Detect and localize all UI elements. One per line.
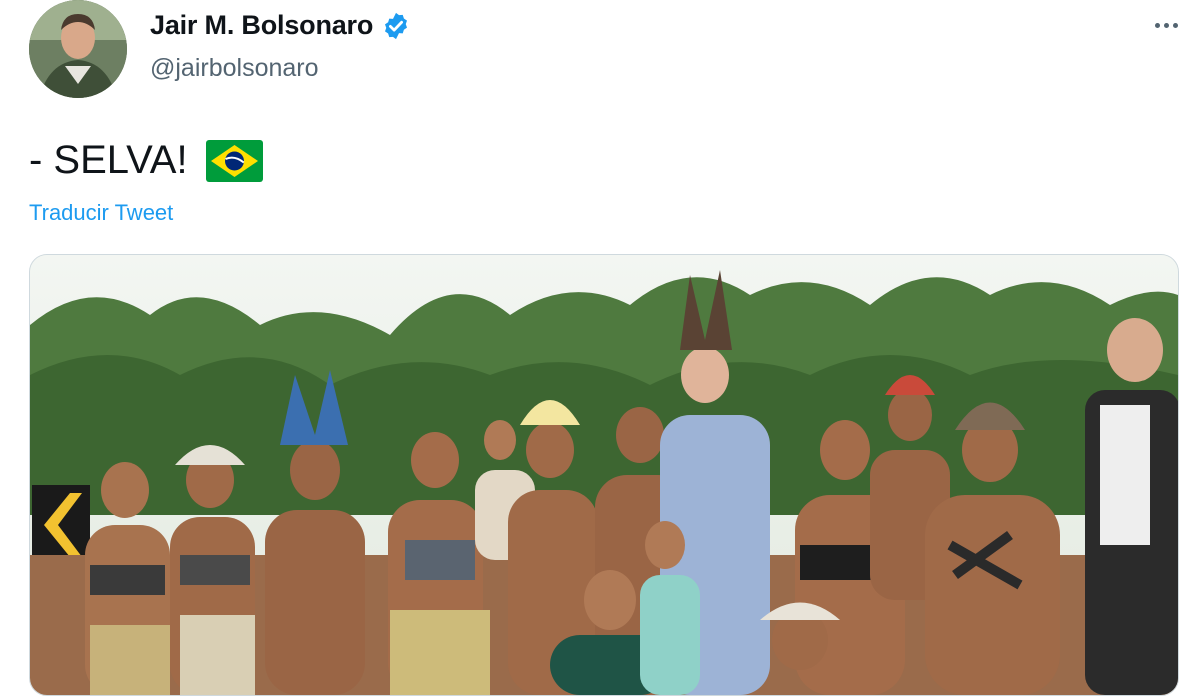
dot	[1154, 22, 1160, 28]
author-name-row[interactable]: Jair M. Bolsonaro	[150, 10, 411, 41]
avatar-image	[29, 0, 127, 98]
more-options-icon[interactable]	[1146, 10, 1186, 40]
tweet-photo[interactable]	[29, 254, 1179, 696]
group-photo-image	[30, 255, 1178, 695]
translate-tweet-link[interactable]: Traducir Tweet	[29, 200, 173, 226]
brazil-flag-icon	[205, 139, 263, 182]
display-name[interactable]: Jair M. Bolsonaro	[150, 10, 373, 41]
avatar[interactable]	[29, 0, 127, 98]
dot	[1163, 22, 1169, 28]
dot	[1172, 22, 1178, 28]
tweet-text: - SELVA!	[29, 138, 263, 183]
author-handle[interactable]: @jairbolsonaro	[150, 54, 319, 83]
verified-badge-icon	[385, 12, 408, 39]
tweet-body: - SELVA!	[29, 138, 188, 182]
